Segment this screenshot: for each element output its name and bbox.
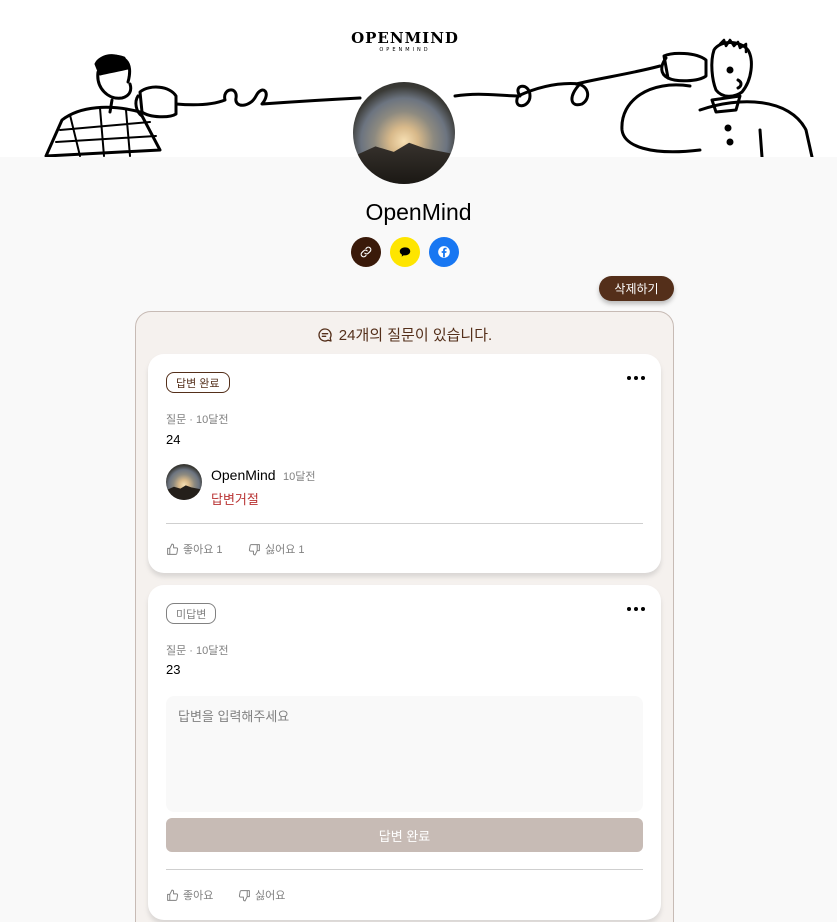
answer-rejected-text: 답변거절 bbox=[211, 492, 259, 507]
question-card: 미답변 질문 · 10달전 23 답변 완료 좋아요 싫어요 bbox=[148, 585, 661, 920]
kakaotalk-icon bbox=[399, 247, 411, 257]
question-card: 답변 완료 질문 · 10달전 24 OpenMind 10달전 답변거절 좋아… bbox=[148, 354, 661, 573]
link-icon bbox=[360, 246, 372, 258]
logo-wordmark: OPENMIND bbox=[351, 29, 459, 47]
card-divider bbox=[166, 523, 643, 524]
more-menu-button[interactable] bbox=[627, 376, 645, 380]
answer-time: 10달전 bbox=[283, 471, 316, 483]
card-divider bbox=[166, 869, 643, 870]
profile-avatar bbox=[353, 82, 455, 184]
logo-subtitle: OPENMIND bbox=[379, 47, 431, 53]
answer-input[interactable] bbox=[166, 696, 643, 812]
thumbs-down-icon bbox=[238, 889, 250, 901]
like-button[interactable]: 좋아요 1 bbox=[166, 541, 223, 557]
submit-answer-button[interactable]: 답변 완료 bbox=[166, 818, 643, 852]
thumbs-down-icon bbox=[248, 543, 260, 555]
answerer-avatar bbox=[166, 464, 202, 500]
status-badge: 미답변 bbox=[166, 603, 217, 624]
question-content: 23 bbox=[166, 662, 181, 677]
feed-header: 24개의 질문이 있습니다. bbox=[136, 324, 673, 345]
more-menu-button[interactable] bbox=[627, 607, 645, 611]
question-count: 24개의 질문이 있습니다. bbox=[338, 327, 493, 344]
facebook-icon bbox=[438, 246, 450, 258]
dislike-button[interactable]: 싫어요 bbox=[238, 887, 285, 903]
like-button[interactable]: 좋아요 bbox=[166, 887, 213, 903]
dislike-button[interactable]: 싫어요 1 bbox=[248, 541, 305, 557]
profile-name: OpenMind bbox=[365, 199, 472, 225]
question-feed: 24개의 질문이 있습니다. 답변 완료 질문 · 10달전 24 OpenMi… bbox=[135, 311, 674, 922]
status-badge: 답변 완료 bbox=[166, 372, 230, 393]
like-label: 좋아요 1 bbox=[183, 544, 223, 556]
messages-icon bbox=[318, 327, 332, 342]
dislike-label: 싫어요 1 bbox=[265, 544, 305, 556]
delete-button[interactable]: 삭제하기 bbox=[599, 276, 674, 301]
facebook-share-button[interactable] bbox=[429, 237, 459, 267]
like-label: 좋아요 bbox=[183, 890, 214, 902]
openmind-logo[interactable]: OPENMIND OPENMIND bbox=[341, 30, 469, 54]
question-meta: 질문 · 10달전 bbox=[166, 414, 229, 426]
dislike-label: 싫어요 bbox=[255, 890, 286, 902]
question-content: 24 bbox=[166, 432, 181, 447]
thumbs-up-icon bbox=[167, 543, 179, 555]
question-meta: 질문 · 10달전 bbox=[166, 645, 229, 657]
copy-link-button[interactable] bbox=[351, 237, 381, 267]
answer-author: OpenMind bbox=[211, 467, 276, 483]
thumbs-up-icon bbox=[167, 889, 179, 901]
kakaotalk-share-button[interactable] bbox=[390, 237, 420, 267]
